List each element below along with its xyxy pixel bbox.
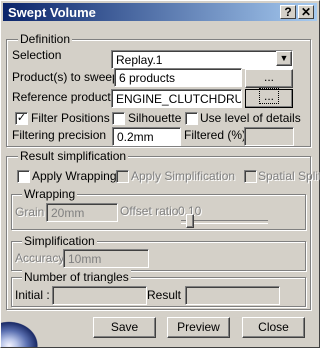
products-browse-label: ... xyxy=(263,70,274,84)
filtering-precision-value: 0.2mm xyxy=(117,130,154,144)
close-label: Close xyxy=(258,320,289,334)
filtered-label: Filtered (%) xyxy=(184,128,247,142)
accuracy-value: 10mm xyxy=(68,252,102,266)
wrapping-legend: Wrapping xyxy=(22,187,78,201)
preview-label: Preview xyxy=(177,320,220,334)
filter-positions-checkbox[interactable]: ✓ xyxy=(15,112,28,125)
products-browse-button[interactable]: ... xyxy=(245,69,293,88)
selection-value: Replay.1 xyxy=(116,53,163,67)
offset-ratio-track xyxy=(181,220,268,224)
help-button[interactable]: ? xyxy=(280,5,296,19)
simplification-legend: Simplification xyxy=(22,234,97,248)
apply-wrapping-checkbox[interactable] xyxy=(17,170,30,183)
grain-value: 20mm xyxy=(51,206,85,220)
use-lod-checkbox[interactable] xyxy=(185,112,198,125)
grain-field[interactable]: 20mm xyxy=(46,203,118,222)
swept-volume-dialog: Swept Volume ? ✕ Definition Selection Re… xyxy=(0,0,320,348)
close-icon: ✕ xyxy=(300,5,312,19)
use-lod-label: Use level of details xyxy=(200,111,301,125)
selection-label: Selection xyxy=(12,48,62,62)
save-button[interactable]: Save xyxy=(93,317,156,338)
silhouette-checkbox[interactable] xyxy=(112,112,125,125)
spatial-split-checkbox[interactable] xyxy=(244,170,257,183)
save-label: Save xyxy=(110,320,139,334)
close-window-button[interactable]: ✕ xyxy=(298,5,314,19)
filtering-precision-label: Filtering precision xyxy=(12,128,107,142)
preview-button[interactable]: Preview xyxy=(167,317,230,338)
catia-logo xyxy=(1,319,41,347)
accuracy-label: Accuracy xyxy=(15,251,65,265)
triangles-legend: Number of triangles xyxy=(22,270,131,284)
reference-browse-label: ... xyxy=(258,88,279,104)
result-count-label: Result : xyxy=(147,288,188,302)
help-icon: ? xyxy=(284,5,292,19)
definition-legend: Definition xyxy=(18,32,73,46)
apply-wrapping-label: Apply Wrapping xyxy=(32,169,117,183)
filtered-field xyxy=(244,127,294,146)
silhouette-label: Silhouette xyxy=(128,111,182,125)
products-value: 6 products xyxy=(119,71,176,85)
spatial-split-label: Spatial Split xyxy=(258,169,320,183)
check-icon: ✓ xyxy=(16,112,27,124)
accuracy-field[interactable]: 10mm xyxy=(63,249,149,268)
filter-positions-label: Filter Positions xyxy=(31,111,110,125)
result-legend: Result simplification xyxy=(18,149,129,163)
result-count-field xyxy=(185,286,280,305)
offset-ratio-slider-thumb[interactable] xyxy=(185,214,194,228)
offset-ratio-label: Offset ratio xyxy=(120,204,179,218)
products-field[interactable]: 6 products xyxy=(114,68,242,87)
window-title: Swept Volume xyxy=(8,5,96,20)
initial-label: Initial : xyxy=(15,288,50,302)
filtering-precision-field[interactable]: 0.2mm xyxy=(112,127,181,146)
reference-browse-button[interactable]: ... xyxy=(245,88,293,108)
reference-value: ENGINE_CLUTCHDRUM.1 xyxy=(116,92,242,106)
reference-field[interactable]: ENGINE_CLUTCHDRUM.1 xyxy=(111,89,242,108)
initial-field xyxy=(52,286,147,305)
chevron-down-icon[interactable]: ▼ xyxy=(276,51,292,66)
title-bar: Swept Volume ? ✕ xyxy=(3,3,317,21)
apply-simplification-label: Apply Simplification xyxy=(131,169,236,183)
reference-label: Reference product xyxy=(12,90,111,104)
close-button[interactable]: Close xyxy=(242,317,305,338)
products-label: Product(s) to sweep xyxy=(12,70,119,84)
selection-combo[interactable]: Replay.1 ▼ xyxy=(111,50,293,69)
apply-simplification-checkbox[interactable] xyxy=(116,170,129,183)
grain-label: Grain xyxy=(15,205,45,219)
